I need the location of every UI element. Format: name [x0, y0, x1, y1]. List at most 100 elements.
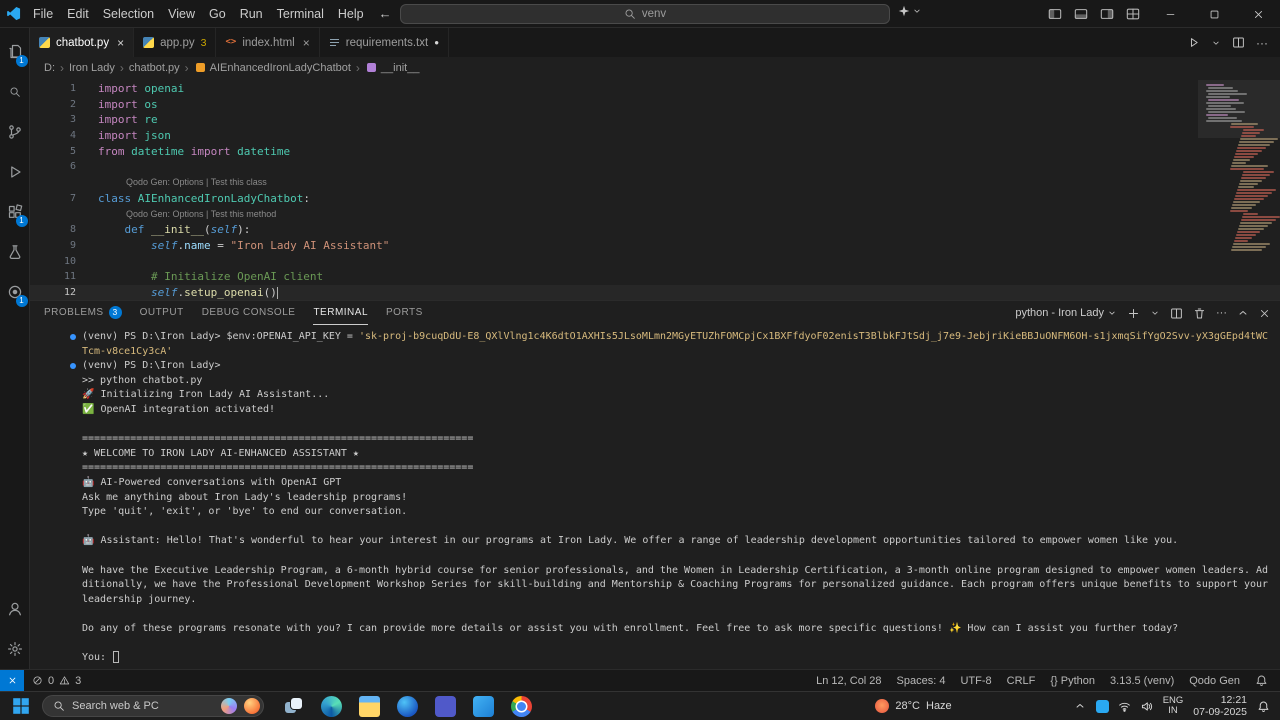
panel-tab-ports[interactable]: PORTS	[386, 301, 423, 325]
new-terminal-icon[interactable]	[1127, 307, 1140, 320]
notifications-icon[interactable]	[1255, 674, 1268, 687]
panel-more-actions-icon[interactable]: ···	[1216, 307, 1227, 319]
breadcrumb-item[interactable]: AIEnhancedIronLadyChatbot	[210, 62, 351, 74]
status-utf-8[interactable]: UTF-8	[960, 675, 991, 687]
menu-help[interactable]: Help	[331, 7, 371, 21]
panel-tab-terminal[interactable]: TERMINAL	[313, 301, 368, 325]
breadcrumb-item[interactable]: Iron Lady	[69, 62, 115, 74]
panel-tab-problems[interactable]: PROBLEMS 3	[44, 301, 122, 325]
tab-app-py[interactable]: app.py 3	[134, 28, 217, 57]
tab-index-html[interactable]: <> index.html ×	[216, 28, 320, 57]
kill-terminal-icon[interactable]	[1193, 307, 1206, 320]
run-python-file-icon[interactable]	[1187, 36, 1200, 49]
code-line-2[interactable]: 2 import os	[30, 97, 1280, 113]
codelens[interactable]: Qodo Gen: Options | Test this method	[126, 207, 276, 223]
panel-tab-debug-console[interactable]: DEBUG CONSOLE	[202, 301, 296, 325]
activity-settings[interactable]	[0, 629, 30, 669]
activity-testing[interactable]	[0, 232, 30, 272]
more-actions-icon[interactable]: ···	[1256, 36, 1268, 50]
code-line-9[interactable]: 9 self.name = "Iron Lady AI Assistant"	[30, 238, 1280, 254]
menu-terminal[interactable]: Terminal	[270, 7, 331, 21]
taskbar-search[interactable]: Search web & PC	[42, 695, 264, 717]
breadcrumb-item[interactable]: __init__	[381, 62, 420, 74]
terminal[interactable]: (venv) PS D:\Iron Lady> $env:OPENAI_API_…	[30, 325, 1280, 669]
activity-accounts[interactable]	[0, 589, 30, 629]
activity-source-control[interactable]	[0, 112, 30, 152]
code-line-1[interactable]: 1 import openai	[30, 81, 1280, 97]
tray-vscode-icon[interactable]	[1095, 699, 1109, 713]
activity-search[interactable]	[0, 72, 30, 112]
code-editor[interactable]: 1 import openai 2 import os 3 import re 4 impor…	[30, 78, 1280, 300]
customize-layout-icon[interactable]	[1126, 7, 1140, 21]
code-line-7[interactable]: 7 class AIEnhancedIronLadyChatbot:	[30, 191, 1280, 207]
code-line-4[interactable]: 4 import json	[30, 128, 1280, 144]
taskbar-edge[interactable]	[312, 692, 350, 720]
code-line-3[interactable]: 3 import re	[30, 112, 1280, 128]
taskbar-file-explorer[interactable]	[350, 692, 388, 720]
remote-indicator[interactable]	[0, 670, 24, 691]
activity-qodo-gen[interactable]: 1	[0, 272, 30, 312]
wifi-icon[interactable]	[1118, 700, 1131, 713]
close-panel-icon[interactable]	[1259, 308, 1270, 319]
back-icon[interactable]: ←	[371, 6, 400, 21]
start-button[interactable]	[4, 696, 38, 716]
tab-requirements-txt[interactable]: requirements.txt ●	[319, 28, 450, 57]
status-crlf[interactable]: CRLF	[1007, 675, 1036, 687]
command-decoration-icon[interactable]	[70, 334, 76, 340]
tray-chevron-up-icon[interactable]	[1074, 700, 1086, 712]
code-line-10[interactable]: 10	[30, 254, 1280, 270]
toggle-panel-icon[interactable]	[1074, 7, 1088, 21]
command-decoration-icon[interactable]	[70, 363, 76, 370]
toggle-sidebar-icon[interactable]	[1048, 7, 1062, 21]
menu-file[interactable]: File	[26, 7, 60, 21]
taskbar-chrome[interactable]	[502, 692, 540, 720]
close-tab-icon[interactable]: ×	[117, 36, 124, 50]
status-3-13-5-venv[interactable]: 3.13.5 (venv)	[1110, 675, 1174, 687]
command-center-search[interactable]: venv	[400, 4, 890, 24]
activity-run-and-debug[interactable]	[0, 152, 30, 192]
menu-run[interactable]: Run	[233, 7, 270, 21]
minimap[interactable]	[1198, 80, 1280, 300]
codelens[interactable]: Qodo Gen: Options | Test this class	[126, 175, 267, 191]
volume-icon[interactable]	[1140, 700, 1153, 713]
status-python[interactable]: {} Python	[1050, 675, 1095, 687]
breadcrumb-item[interactable]: D:	[44, 62, 55, 74]
maximize-button[interactable]	[1192, 0, 1236, 28]
code-line-6[interactable]: 6	[30, 159, 1280, 175]
problems-status[interactable]: 0 3	[24, 675, 89, 687]
activity-explorer[interactable]: 1	[0, 32, 30, 72]
status-ln-12-col-28[interactable]: Ln 12, Col 28	[816, 675, 881, 687]
copilot-menu[interactable]	[898, 5, 922, 17]
notifications-bell-icon[interactable]	[1257, 700, 1270, 713]
taskbar-clock[interactable]: 12:21 07-09-2025	[1193, 694, 1247, 719]
split-terminal-icon[interactable]	[1170, 307, 1183, 320]
toggle-secondary-sidebar-icon[interactable]	[1100, 7, 1114, 21]
terminal-profile-selector[interactable]: python - Iron Lady	[1015, 307, 1117, 319]
breadcrumb-item[interactable]: chatbot.py	[129, 62, 180, 74]
taskbar-vscode[interactable]	[464, 692, 502, 720]
code-line-12[interactable]: 12 self.setup_openai()	[30, 284, 1280, 300]
maximize-panel-icon[interactable]	[1237, 307, 1249, 319]
tab-chatbot-py[interactable]: chatbot.py ×	[30, 28, 135, 57]
taskbar-task-view[interactable]	[274, 692, 312, 720]
close-tab-icon[interactable]: ×	[303, 36, 310, 50]
terminal-dropdown-icon[interactable]	[1150, 308, 1160, 318]
taskbar-copilot[interactable]	[388, 692, 426, 720]
weather-widget[interactable]: 28°C Haze	[875, 699, 952, 713]
split-editor-icon[interactable]	[1232, 36, 1245, 49]
menu-selection[interactable]: Selection	[96, 7, 161, 21]
code-line-11[interactable]: 11 # Initialize OpenAI client	[30, 269, 1280, 285]
menu-edit[interactable]: Edit	[60, 7, 96, 21]
menu-view[interactable]: View	[161, 7, 202, 21]
panel-tab-output[interactable]: OUTPUT	[140, 301, 184, 325]
status-spaces-4[interactable]: Spaces: 4	[897, 675, 946, 687]
run-dropdown-chevron-icon[interactable]	[1211, 38, 1221, 48]
close-button[interactable]	[1236, 0, 1280, 28]
language-indicator[interactable]: ENG IN	[1163, 695, 1184, 717]
code-line-8[interactable]: 8 def __init__(self):	[30, 222, 1280, 238]
taskbar-teams[interactable]	[426, 692, 464, 720]
menu-go[interactable]: Go	[202, 7, 233, 21]
status-qodo-gen[interactable]: Qodo Gen	[1189, 675, 1240, 687]
minimize-button[interactable]	[1148, 0, 1192, 28]
activity-extensions[interactable]: 1	[0, 192, 30, 232]
